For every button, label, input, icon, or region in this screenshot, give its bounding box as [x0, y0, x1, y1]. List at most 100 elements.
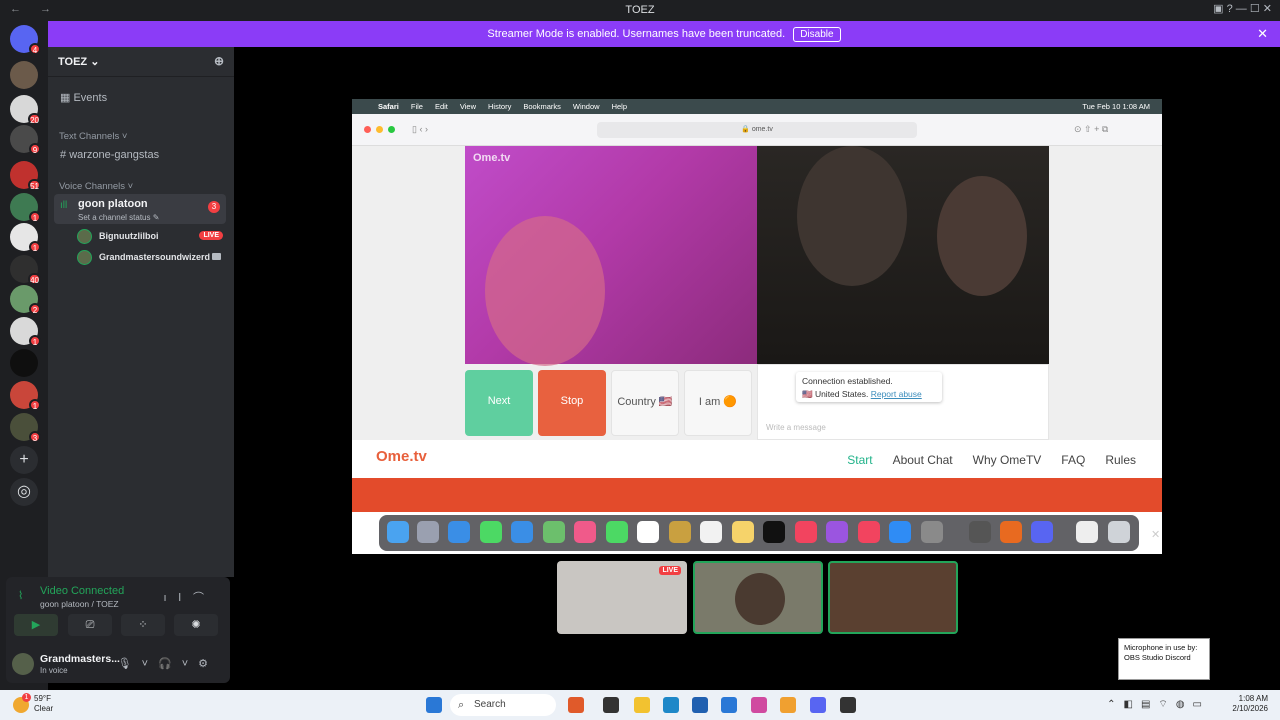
- server-icon[interactable]: 1: [10, 223, 41, 253]
- copilot-icon[interactable]: [751, 697, 767, 713]
- server-icon[interactable]: 1: [10, 381, 41, 411]
- finder-icon: [387, 521, 409, 543]
- server-icon[interactable]: [10, 61, 38, 89]
- file-explorer-icon[interactable]: [634, 697, 650, 713]
- weather-condition: Clear: [34, 704, 54, 713]
- app-icon: [969, 521, 991, 543]
- appstore-icon: [889, 521, 911, 543]
- voice-icon: ıll: [60, 200, 68, 211]
- clock[interactable]: 1:08 AM 2/10/2026: [1232, 694, 1268, 714]
- window-controls[interactable]: ▣ ? — ☐ ✕: [1213, 2, 1272, 15]
- video-subject: [485, 216, 605, 366]
- avatar[interactable]: [12, 653, 34, 675]
- discord-icon: [1031, 521, 1053, 543]
- nav-faq: FAQ: [1061, 453, 1086, 467]
- server-icon[interactable]: 9: [10, 125, 41, 155]
- search-box[interactable]: ⌕ Search: [450, 694, 556, 716]
- menu-item: File: [410, 102, 423, 111]
- server-icon[interactable]: 1: [10, 193, 41, 223]
- next-button: Next: [465, 370, 533, 436]
- server-icon[interactable]: 20: [10, 95, 41, 125]
- server-badge: 40: [28, 273, 41, 285]
- add-server-icon[interactable]: +: [10, 446, 38, 474]
- app-icon[interactable]: [780, 697, 796, 713]
- discord-icon[interactable]: [810, 697, 826, 713]
- close-stream-icon[interactable]: ✕: [1151, 528, 1160, 541]
- nav-why-ometv: Why OmeTV: [972, 453, 1042, 467]
- voice-controls[interactable]: ıl⌒: [164, 589, 217, 605]
- camera-button[interactable]: ▶: [14, 614, 58, 636]
- toolbar-icons: ⊙ ⇧ + ⧉: [1074, 124, 1109, 134]
- server-icon[interactable]: 1: [10, 317, 41, 347]
- traffic-lights: [364, 126, 395, 133]
- disable-button[interactable]: Disable: [793, 26, 841, 42]
- sidebar-icon: ▯ ‹ ›: [412, 124, 428, 134]
- user-status: In voice: [40, 666, 68, 675]
- menu-item: Window: [572, 102, 600, 111]
- mail-icon: [511, 521, 533, 543]
- guild-name[interactable]: TOEZ ⌄: [58, 56, 99, 68]
- server-badge: 1: [29, 335, 41, 347]
- shared-screen[interactable]: Safari File Edit View History Bookmarks …: [352, 99, 1162, 554]
- text-channels-category[interactable]: Text Channels ˅: [59, 131, 127, 142]
- appletv-icon: [763, 521, 785, 543]
- maps-icon: [543, 521, 565, 543]
- start-icon[interactable]: [426, 697, 442, 713]
- stop-button: Stop: [538, 370, 606, 436]
- guild-header[interactable]: TOEZ ⌄ ⊕: [48, 47, 234, 77]
- nav-rules: Rules: [1105, 453, 1136, 467]
- weather-widget[interactable]: 59°F Clear: [34, 694, 53, 714]
- server-icon[interactable]: 2: [10, 285, 41, 315]
- messages-icon: [480, 521, 502, 543]
- server-icon[interactable]: [10, 349, 38, 377]
- activities-button[interactable]: ⁘: [121, 614, 165, 636]
- voice-channel-goon-platoon[interactable]: ıll goon platoon Set a channel status ✎ …: [54, 194, 226, 224]
- user-name[interactable]: Grandmasters...: [40, 653, 120, 665]
- stream-tile[interactable]: LIVE: [557, 561, 687, 634]
- user-controls[interactable]: 🎙˅🎧˅⚙: [118, 657, 218, 670]
- menu-item: Safari: [378, 102, 399, 111]
- app-icon[interactable]: [568, 697, 584, 713]
- outlook-icon[interactable]: [721, 697, 737, 713]
- time: 1:08 AM: [1238, 694, 1268, 703]
- close-icon[interactable]: ✕: [1257, 26, 1268, 42]
- avatar: [735, 573, 785, 625]
- discord-home-icon[interactable]: 4: [10, 25, 41, 55]
- discover-icon[interactable]: ◎: [10, 478, 38, 506]
- participant-tile[interactable]: [693, 561, 823, 634]
- title-bar: ← → TOEZ ▣ ? — ☐ ✕: [0, 0, 1280, 21]
- voice-member[interactable]: Grandmastersoundwizerd: [77, 249, 225, 267]
- server-icon[interactable]: 51: [10, 161, 41, 191]
- screenshare-button[interactable]: ⎚: [68, 614, 112, 636]
- obs-icon[interactable]: [840, 697, 856, 713]
- server-icon[interactable]: 3: [10, 413, 41, 443]
- edge-icon[interactable]: [663, 697, 679, 713]
- voice-channels-category[interactable]: Voice Channels ˅: [59, 181, 133, 192]
- live-badge: LIVE: [659, 566, 681, 575]
- task-view-icon[interactable]: [603, 697, 619, 713]
- participant-tile[interactable]: [828, 561, 958, 634]
- camera-icon: [212, 253, 221, 260]
- channel-status[interactable]: Set a channel status ✎: [78, 213, 159, 222]
- voice-status: Video Connected: [40, 585, 125, 597]
- server-icon[interactable]: 40: [10, 255, 41, 285]
- voice-location[interactable]: goon platoon / TOEZ: [40, 599, 119, 609]
- channel-label: warzone-gangstas: [69, 149, 160, 161]
- menu-item: Bookmarks: [523, 102, 561, 111]
- safari-toolbar: ▯ ‹ › 🔒 ome.tv ⊙ ⇧ + ⧉: [352, 114, 1162, 146]
- soundboard-button[interactable]: ✺: [174, 614, 218, 636]
- notes-icon: [669, 521, 691, 543]
- invite-icon[interactable]: ⊕: [214, 54, 224, 68]
- voice-member[interactable]: Bignuutzlilboi LIVE: [77, 228, 225, 246]
- server-badge: 9: [29, 143, 41, 155]
- app-icon[interactable]: [692, 697, 708, 713]
- nav-start: Start: [847, 453, 873, 467]
- self-video: Ome.tv: [465, 146, 757, 366]
- news-icon: [858, 521, 880, 543]
- system-tray[interactable]: ⌃◧▤⌔◍▭: [1107, 698, 1210, 711]
- user-panel: Grandmasters... In voice 🎙˅🎧˅⚙: [12, 651, 230, 677]
- events-item[interactable]: ▦ Events: [60, 91, 107, 104]
- ometv-watermark: Ome.tv: [473, 152, 511, 164]
- live-badge: LIVE: [199, 231, 223, 240]
- channel-warzone-gangstas[interactable]: # warzone-gangstas: [60, 149, 159, 161]
